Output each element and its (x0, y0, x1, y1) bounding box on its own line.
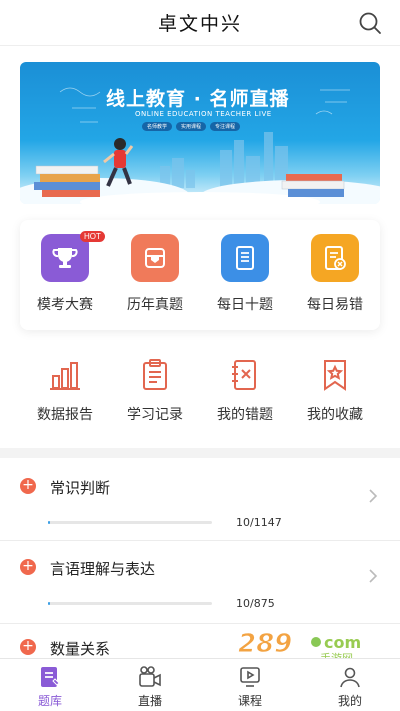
svg-text:289: 289 (238, 629, 292, 659)
tab-course[interactable]: 课程 (200, 659, 300, 711)
doc-error-icon (311, 234, 359, 282)
plus-icon[interactable]: + (20, 559, 36, 575)
feature-label: 模考大赛 (37, 297, 93, 313)
feature-label: 每日十题 (217, 297, 273, 313)
banner-chips: 名师教学 实用课程 专注课程 (142, 122, 241, 131)
subject-name: 常识判断 (50, 479, 111, 497)
tools-row: 数据报告 学习记录 我的错题 我的收藏 (20, 358, 380, 424)
progress-bar (48, 521, 212, 524)
chevron-right-icon[interactable] (368, 488, 378, 504)
tool-study-record[interactable]: 学习记录 (115, 358, 195, 424)
tab-label: 我的 (337, 694, 362, 708)
app-screen: 卓文中兴 线上教育 · 名师直播 ONLINE EDUCATION TEACHE… (0, 0, 400, 711)
banner-subtitle: ONLINE EDUCATION TEACHER LIVE (135, 110, 272, 118)
banner-chip: 名师教学 (142, 122, 173, 131)
feature-label: 每日易错 (307, 297, 363, 313)
tool-label: 我的错题 (217, 407, 273, 423)
progress-fill (48, 521, 50, 524)
notebook-x-icon (232, 360, 256, 390)
tablet-icon (221, 234, 269, 282)
plus-icon[interactable]: + (20, 639, 36, 655)
tool-label: 数据报告 (37, 407, 93, 423)
profile-icon (340, 667, 360, 688)
banner-chip: 实用课程 (176, 122, 207, 131)
bar-chart-icon (50, 362, 80, 390)
tool-data-report[interactable]: 数据报告 (25, 358, 105, 424)
tab-label: 题库 (37, 694, 62, 708)
tab-label: 直播 (137, 694, 162, 708)
feature-label: 历年真题 (127, 297, 183, 313)
bag-icon (131, 234, 179, 282)
feature-daily-ten[interactable]: 每日十题 (205, 234, 285, 330)
section-divider (0, 448, 400, 458)
promo-banner[interactable]: 线上教育 · 名师直播 ONLINE EDUCATION TEACHER LIV… (20, 62, 380, 204)
tool-label: 学习记录 (127, 407, 183, 423)
feature-daily-mistakes[interactable]: 每日易错 (295, 234, 375, 330)
top-bar: 卓文中兴 (0, 0, 400, 46)
clipboard-icon (143, 359, 167, 390)
progress-count: 10/1147 (236, 516, 282, 529)
progress-bar (48, 602, 212, 605)
feature-mock-exam[interactable]: HOT 模考大赛 (25, 231, 105, 330)
bottom-tab-bar: 题库 直播 课程 我的 (0, 658, 400, 711)
subject-row[interactable]: + 言语理解与表达 10/875 (0, 541, 400, 623)
question-bank-icon (41, 667, 60, 687)
hot-badge: HOT (80, 231, 105, 242)
plus-icon[interactable]: + (20, 478, 36, 494)
chevron-right-icon[interactable] (368, 568, 378, 584)
tool-label: 我的收藏 (307, 407, 363, 423)
page-title: 卓文中兴 (157, 13, 242, 35)
feature-panel: HOT 模考大赛 历年真题 每日十题 每日易错 (20, 220, 380, 330)
course-icon (240, 667, 260, 687)
bookmark-star-icon (324, 360, 346, 391)
subject-name: 数量关系 (50, 640, 111, 658)
tab-profile[interactable]: 我的 (300, 659, 400, 711)
search-icon[interactable] (358, 11, 382, 35)
tab-label: 课程 (237, 694, 262, 708)
banner-chip: 专注课程 (210, 122, 241, 131)
banner-headline: 线上教育 · 名师直播 (106, 88, 290, 110)
tool-my-mistakes[interactable]: 我的错题 (205, 358, 285, 424)
subject-name: 言语理解与表达 (50, 560, 156, 578)
video-camera-icon (139, 666, 161, 687)
progress-fill (48, 602, 50, 605)
tab-live[interactable]: 直播 (100, 659, 200, 711)
feature-past-papers[interactable]: 历年真题 (115, 234, 195, 330)
subject-row[interactable]: + 常识判断 10/1147 (0, 458, 400, 540)
progress-count: 10/875 (236, 597, 275, 610)
tool-my-favorites[interactable]: 我的收藏 (295, 358, 375, 424)
svg-text:com: com (324, 633, 361, 652)
tab-question-bank[interactable]: 题库 (0, 659, 100, 711)
